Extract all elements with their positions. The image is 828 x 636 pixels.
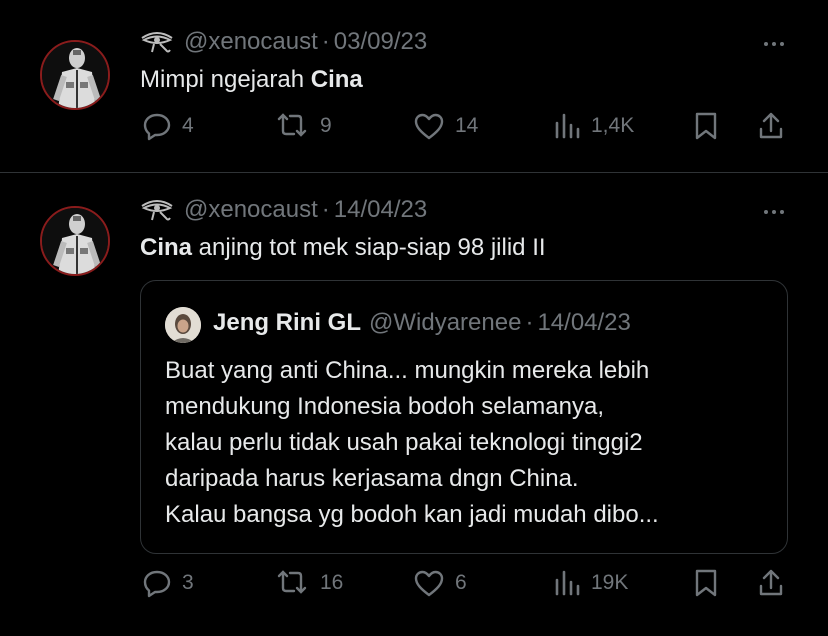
views-button[interactable]: 1,4K [553,111,634,141]
share-button[interactable] [757,568,785,598]
tweet-text-bold: Cina [140,234,193,261]
quoted-line: daripada harus kerjasama dngn China. [165,465,579,492]
like-icon [414,570,444,597]
repost-button[interactable]: 16 [274,568,343,598]
repost-icon [277,113,307,137]
reply-icon [143,570,171,598]
quoted-timestamp: 14/04/23 [537,309,631,336]
more-icon[interactable] [764,42,784,46]
tweet-text-plain: Mimpi ngejarah [140,66,311,93]
handle[interactable]: @xenocaust [184,28,318,56]
timestamp[interactable]: 03/09/23 [334,28,427,56]
bookmark-button[interactable] [693,111,719,141]
repost-count: 9 [320,114,332,137]
quoted-handle[interactable]: @Widyarenee [369,309,521,336]
repost-button[interactable]: 9 [274,111,332,141]
bookmark-icon [695,569,717,597]
separator: · [525,309,534,336]
share-icon [759,569,783,596]
bookmark-icon [695,112,717,140]
like-icon [414,113,444,140]
quoted-name[interactable]: Jeng Rini GL [213,309,361,336]
reply-count: 3 [182,571,194,594]
timestamp[interactable]: 14/04/23 [334,196,427,224]
quoted-avatar[interactable] [165,307,201,343]
quoted-line: Kalau bangsa yg bodoh kan jadi mudah dib… [165,501,659,528]
reply-icon [143,113,171,141]
action-bar: 3 16 6 19K [0,568,828,604]
quoted-text: Buat yang anti China... mungkin mereka l… [165,353,775,533]
avatar[interactable] [40,40,110,110]
views-count: 1,4K [591,114,635,137]
repost-icon [277,570,307,594]
tweet-text-bold: Cina [310,66,363,93]
reply-button[interactable]: 3 [142,568,194,598]
like-button[interactable]: 14 [413,111,478,141]
views-icon [555,570,580,596]
like-count: 14 [455,114,479,137]
share-button[interactable] [757,111,785,141]
reply-count: 4 [182,114,194,137]
handle[interactable]: @xenocaust [184,196,318,224]
tweet-text: Cina anjing tot mek siap-siap 98 jilid I… [140,234,546,262]
action-bar: 4 9 14 1,4K [0,111,828,147]
repost-count: 16 [320,571,344,594]
tweet-header: @xenocaust · 03/09/23 [140,27,427,57]
like-count: 6 [455,571,467,594]
tweet-1[interactable]: @xenocaust · 03/09/23 Mimpi ngejarah Cin… [0,0,828,172]
quoted-line: Buat yang anti China... mungkin mereka l… [165,357,650,384]
share-icon [759,112,783,139]
separator: · [321,28,330,55]
avatar[interactable] [40,206,110,276]
views-count: 19K [591,571,629,594]
like-button[interactable]: 6 [413,568,467,598]
eye-of-horus-icon [140,30,174,54]
bookmark-button[interactable] [693,568,719,598]
views-button[interactable]: 19K [553,568,628,598]
more-icon[interactable] [764,210,784,214]
eye-of-horus-icon [140,198,174,222]
quoted-tweet[interactable]: Jeng Rini GL @Widyarenee · 14/04/23 Buat ya… [140,280,788,554]
reply-button[interactable]: 4 [142,111,194,141]
tweet-2[interactable]: @xenocaust · 14/04/23 Cina anjing tot me… [0,173,828,636]
separator: · [321,196,330,223]
quoted-header: Jeng Rini GL @Widyarenee · 14/04/23 [213,309,631,337]
quoted-line: kalau perlu tidak usah pakai teknologi t… [165,429,643,456]
tweet-header: @xenocaust · 14/04/23 [140,195,427,225]
tweet-text-plain: anjing tot mek siap-siap 98 jilid II [192,234,546,261]
quoted-line: mendukung Indonesia bodoh selamanya, [165,393,604,420]
views-icon [555,113,580,139]
tweet-text: Mimpi ngejarah Cina [140,66,363,94]
